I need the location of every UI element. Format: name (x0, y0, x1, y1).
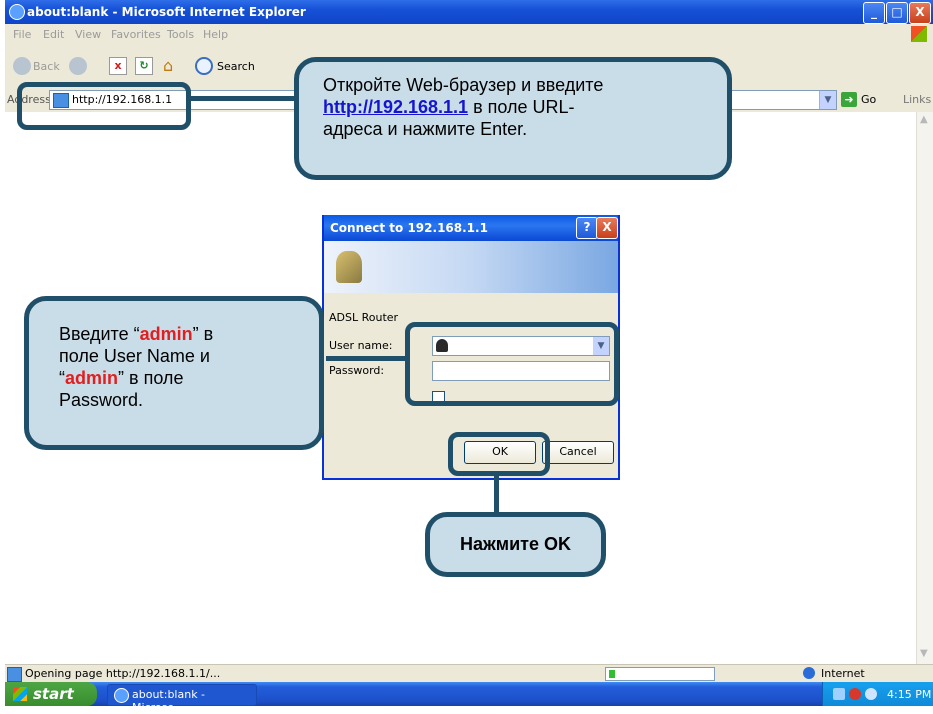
close-button[interactable]: X (909, 2, 931, 24)
ok-highlight (448, 432, 550, 476)
loading-page-icon (7, 667, 22, 682)
dialog-close-button[interactable]: X (596, 217, 618, 239)
menu-help[interactable]: Help (203, 28, 228, 41)
vertical-scrollbar[interactable]: ▲ ▼ (916, 112, 933, 664)
menu-favorites[interactable]: Favorites (111, 28, 161, 41)
menu-edit[interactable]: Edit (43, 28, 64, 41)
clock: 4:15 PM (887, 688, 932, 701)
username-label: User name: (329, 339, 393, 352)
admin-username-value: admin (139, 324, 193, 344)
stop-icon[interactable]: x (109, 57, 127, 75)
globe-icon (803, 667, 815, 679)
ie-task-icon (114, 688, 129, 703)
minimize-button[interactable]: _ (863, 2, 885, 24)
forward-arrow-icon[interactable] (69, 57, 87, 75)
dialog-title-bar: Connect to 192.168.1.1 ? X (324, 215, 618, 241)
keys-icon (336, 251, 362, 283)
scroll-up-icon[interactable]: ▲ (920, 114, 928, 125)
dialog-realm: ADSL Router (329, 311, 399, 324)
admin-password-value: admin (65, 368, 119, 388)
title-bar: about:blank - Microsoft Internet Explore… (5, 0, 933, 24)
cancel-button[interactable]: Cancel (542, 441, 614, 464)
callout-browser-line2: http://192.168.1.1 в поле URL- (323, 96, 603, 118)
ie-icon (9, 4, 25, 20)
scroll-down-icon[interactable]: ▼ (920, 648, 928, 659)
callout-credentials: Введите “admin” в поле User Name и “admi… (24, 296, 324, 450)
zone-text: Internet (821, 667, 865, 680)
links-label[interactable]: Links (903, 93, 931, 106)
system-tray: 4:15 PM (822, 682, 933, 706)
dialog-title: Connect to 192.168.1.1 (330, 221, 488, 235)
menu-bar: File Edit View Favorites Tools Help (5, 24, 933, 45)
address-dropdown-icon[interactable]: ▼ (819, 91, 836, 109)
window-title: about:blank - Microsoft Internet Explore… (27, 5, 306, 19)
credentials-connector (326, 356, 406, 361)
search-icon[interactable] (195, 57, 213, 75)
volume-icon[interactable] (865, 688, 877, 700)
callout-cred-line1: Введите “admin” в (59, 324, 214, 344)
callout-cred-line3: “admin” в поле (59, 368, 184, 388)
start-label: start (33, 685, 74, 703)
refresh-icon[interactable]: ↻ (135, 57, 153, 75)
progress-fill (609, 670, 615, 678)
callout-browser-line2-suffix: в поле URL- (468, 97, 575, 117)
back-label[interactable]: Back (33, 60, 60, 73)
network-icon[interactable] (833, 688, 845, 700)
windows-logo-icon (911, 26, 927, 42)
taskbar-item-browser[interactable]: about:blank - Microso... (107, 684, 257, 714)
password-label: Password: (329, 364, 385, 377)
start-button[interactable]: start (5, 682, 97, 706)
windows-flag-icon (13, 687, 27, 701)
callout-browser-line3: адреса и нажмите Enter. (323, 119, 528, 139)
menu-tools[interactable]: Tools (167, 28, 194, 41)
callout-browser-line1: Откройте Web-браузер и введите (323, 75, 604, 95)
credentials-highlight (405, 322, 619, 406)
url-link[interactable]: http://192.168.1.1 (323, 97, 468, 117)
go-button[interactable]: Go (861, 93, 876, 106)
callout-ok-text: Нажмите OK (460, 534, 571, 554)
security-icon[interactable] (849, 688, 861, 700)
help-button[interactable]: ? (576, 217, 598, 239)
callout-browser: Откройте Web-браузер и введите http://19… (294, 57, 732, 180)
callout-ok: Нажмите OK (425, 512, 606, 577)
url-highlight (17, 82, 191, 130)
status-text: Opening page http://192.168.1.1/... (25, 667, 221, 680)
maximize-button[interactable]: □ (886, 2, 908, 24)
dialog-banner (324, 241, 618, 293)
ok-connector (494, 471, 499, 515)
home-icon[interactable]: ⌂ (163, 56, 181, 75)
search-label[interactable]: Search (217, 60, 255, 73)
callout-cred-line2: поле User Name и (59, 346, 210, 366)
task-label: about:blank - Microso... (132, 688, 206, 714)
url-connector (190, 96, 296, 101)
menu-file[interactable]: File (13, 28, 31, 41)
callout-cred-line4: Password. (59, 390, 144, 410)
go-arrow-icon[interactable]: ➜ (841, 92, 857, 107)
back-arrow-icon[interactable] (13, 57, 31, 75)
menu-view[interactable]: View (75, 28, 101, 41)
progress-bar (605, 667, 715, 681)
status-bar: Opening page http://192.168.1.1/... Inte… (5, 664, 933, 683)
taskbar: start about:blank - Microso... 4:15 PM (5, 682, 933, 714)
